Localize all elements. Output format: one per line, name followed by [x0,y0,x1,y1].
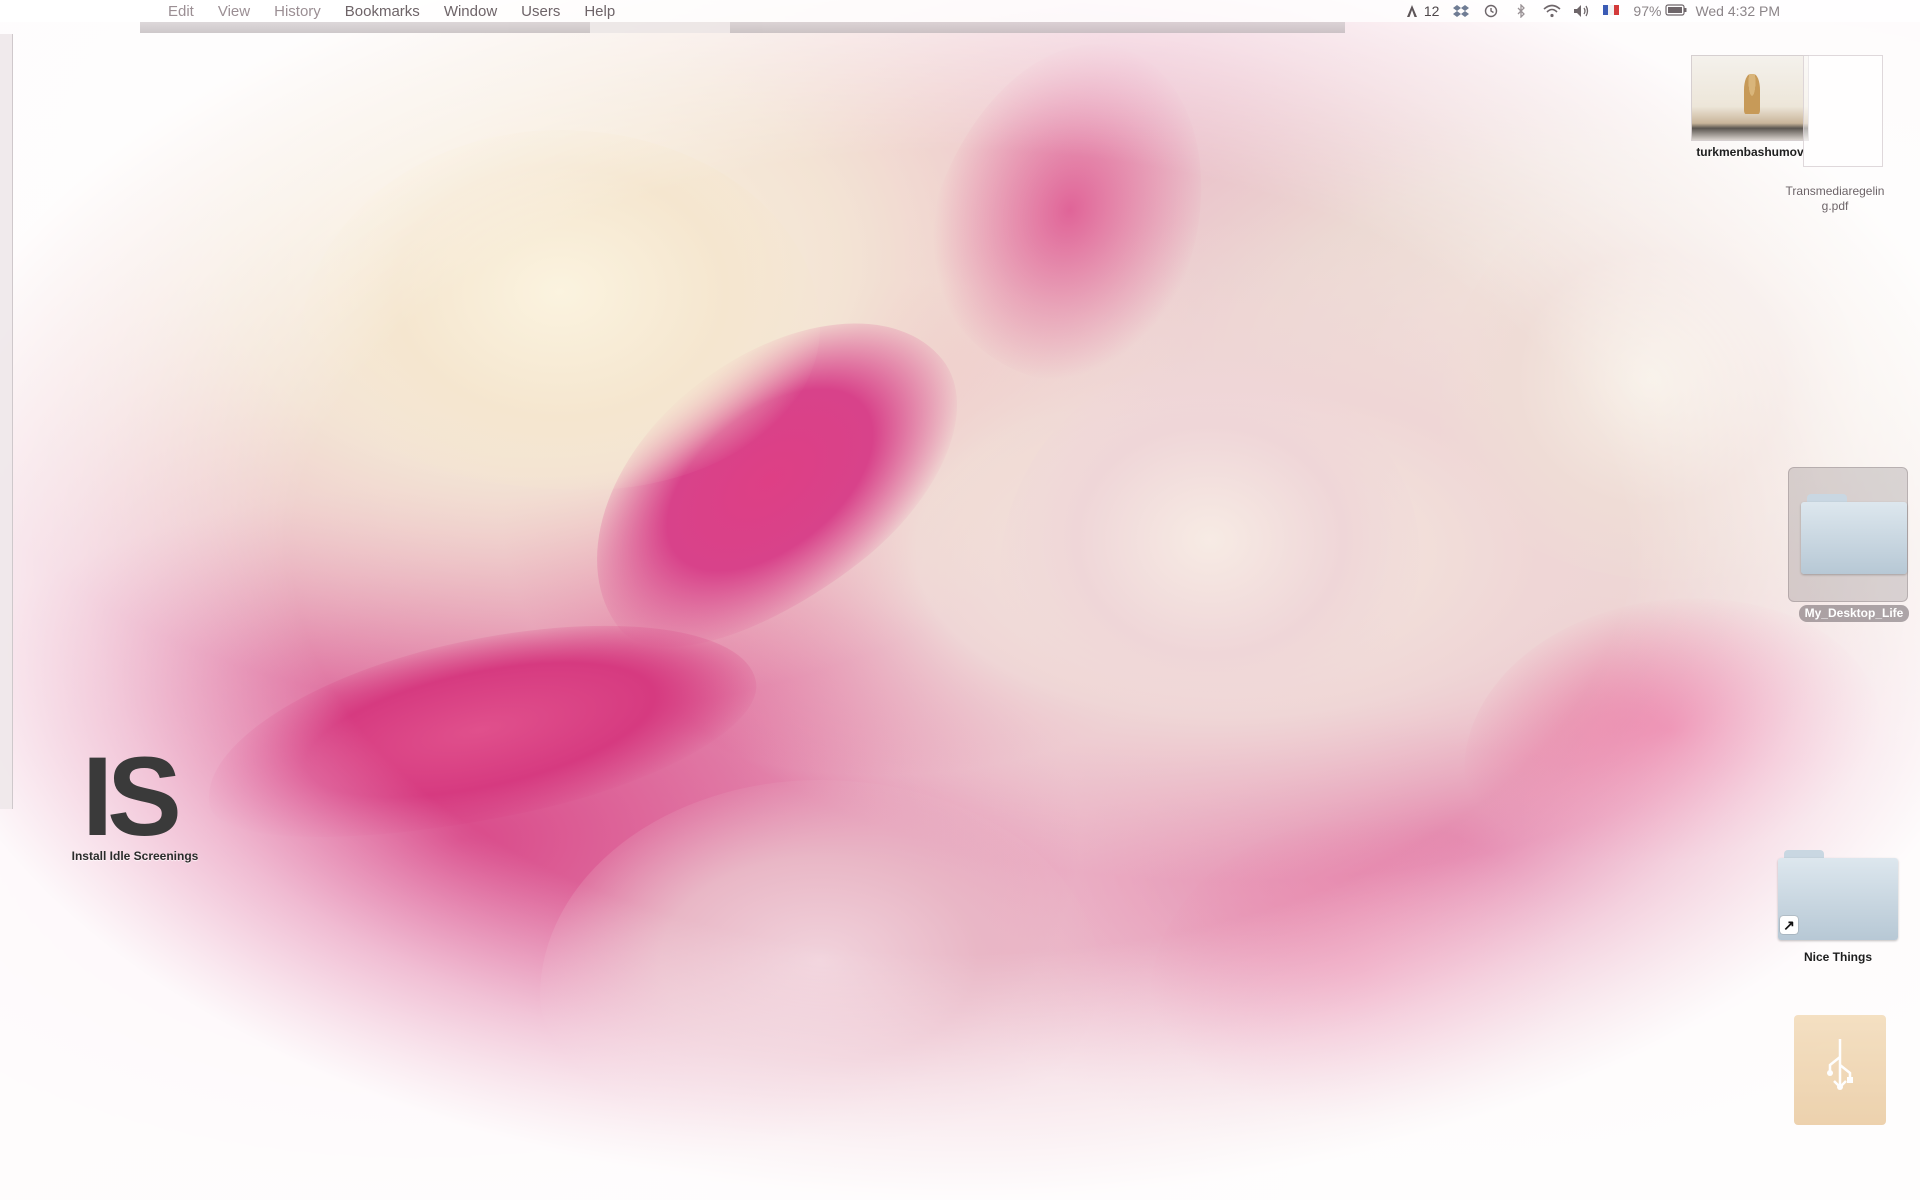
volume-icon[interactable] [1573,4,1589,18]
desktop-icon-nice-things[interactable]: ↗ Nice Things [1768,850,1908,965]
usb-drive-icon [1794,1015,1886,1125]
time-machine-icon[interactable] [1483,4,1499,18]
input-source-flag-icon[interactable] [1603,4,1620,18]
background-window-edge[interactable] [140,22,1345,33]
adobe-icon [1405,4,1421,18]
adobe-count: 12 [1423,3,1440,19]
idle-screenings-logo-icon: IS [82,734,182,859]
folder-icon: ↗ [1778,850,1898,940]
menu-window[interactable]: Window [432,3,509,20]
menu-clock[interactable]: Wed 4:32 PM [1695,3,1780,19]
desktop-icon-label: My_Desktop_Life [1798,605,1910,622]
rose-petal [540,780,1100,1140]
menu-bar-status: 12 97% Wed 4:32 PM [1405,3,1920,19]
menu-help[interactable]: Help [572,3,627,20]
rose-petal [530,256,1010,704]
desktop-icon-install-idle-screenings[interactable]: IS Install Idle Screenings [70,734,200,864]
alias-arrow-icon: ↗ [1780,916,1798,934]
statue-figure [1744,74,1760,114]
menu-edit[interactable]: Edit [18,3,206,20]
menu-view[interactable]: View [206,3,262,20]
background-window-left-edge[interactable] [0,34,13,809]
wifi-icon[interactable] [1543,4,1561,18]
menu-history[interactable]: History [262,3,333,20]
menu-bar-left: Edit View History Bookmarks Window Users… [0,3,627,20]
selection-highlight [1788,467,1908,602]
bluetooth-icon[interactable] [1513,4,1529,18]
rose-petal [300,130,820,490]
desktop-icon-transmedia-pdf[interactable]: Transmediaregelin g.pdf [1775,55,1895,214]
desktop-icon-my-desktop-life[interactable]: My_Desktop_Life [1788,467,1920,622]
menu-users[interactable]: Users [509,3,572,20]
window-edge-highlight [590,22,730,33]
desktop-icon-label: Install Idle Screenings [71,849,199,863]
menu-bar: Edit View History Bookmarks Window Users… [0,0,1920,22]
dropbox-icon[interactable] [1453,4,1470,18]
battery-icon [1665,4,1687,18]
desktop-icon-usb-drive[interactable] [1785,1015,1895,1125]
pdf-document-icon [1803,55,1883,167]
rose-petal [1000,360,1420,720]
menu-bookmarks[interactable]: Bookmarks [333,3,432,20]
desktop-icon-label: Nice Things [1803,950,1872,964]
desktop[interactable]: Edit View History Bookmarks Window Users… [0,0,1920,1200]
rose-petal [1150,820,1570,1120]
vignette-overlay [0,0,1920,1200]
folder-icon [1801,494,1907,574]
battery-status[interactable]: 97% [1633,3,1687,19]
rose-petal [187,583,773,877]
rose-petal [893,8,1247,412]
adobe-status[interactable]: 12 [1405,3,1440,19]
battery-percent: 97% [1633,3,1662,19]
desktop-icon-label: Transmediaregelin g.pdf [1785,184,1885,213]
